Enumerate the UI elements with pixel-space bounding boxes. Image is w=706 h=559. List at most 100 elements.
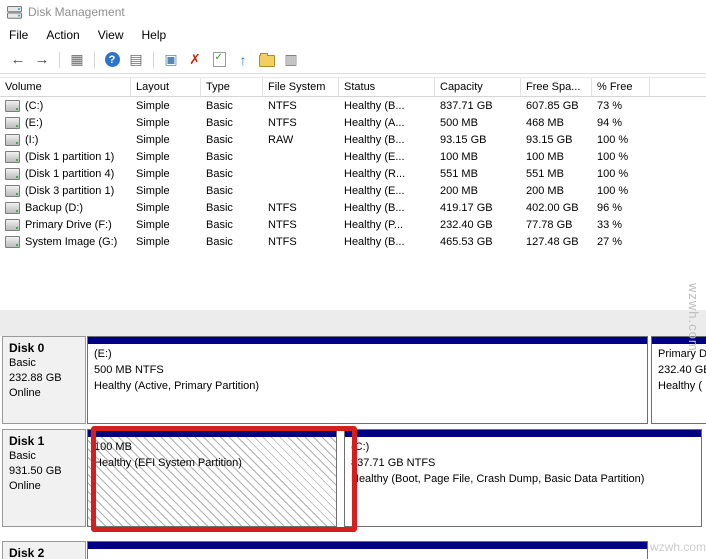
toolbar-separator: [59, 52, 60, 68]
disk-name: Disk 0: [9, 341, 85, 356]
volume-icon: [5, 134, 20, 146]
column-header-pct-free[interactable]: % Free: [592, 78, 650, 96]
titlebar: Disk Management: [0, 0, 706, 24]
volume-type: Basic: [201, 97, 263, 114]
menu-action[interactable]: Action: [37, 24, 88, 46]
volume-free-space: 402.00 GB: [521, 199, 592, 216]
disk1-header[interactable]: Disk 1 Basic 931.50 GB Online: [2, 429, 86, 527]
partition-title: Primary D...: [658, 346, 706, 362]
details-view-icon[interactable]: ▥: [281, 50, 301, 70]
volume-name: (Disk 1 partition 1): [25, 151, 114, 163]
volume-row-system-g[interactable]: System Image (G:) Simple Basic NTFS Heal…: [0, 233, 706, 250]
partition-efi-system[interactable]: 100 MB Healthy (EFI System Partition): [87, 429, 337, 527]
partition-title: (C:): [351, 439, 701, 455]
column-header-filler: [650, 78, 706, 96]
partition-title: (E:): [94, 346, 647, 362]
volume-capacity: 100 MB: [435, 148, 521, 165]
volume-row-disk3-part1[interactable]: (Disk 3 partition 1) Simple Basic Health…: [0, 182, 706, 199]
volume-row-disk1-part1[interactable]: (Disk 1 partition 1) Simple Basic Health…: [0, 148, 706, 165]
column-header-free-space[interactable]: Free Spa...: [521, 78, 592, 96]
partition-detail: 837.71 GB NTFS: [351, 455, 701, 471]
disk-row-2: Disk 2 Basic: [0, 541, 706, 559]
partition-color-strip: [345, 430, 701, 437]
volume-capacity: 200 MB: [435, 182, 521, 199]
volume-row-c[interactable]: (C:) Simple Basic NTFS Healthy (B... 837…: [0, 97, 706, 114]
help-icon[interactable]: ?: [102, 50, 122, 70]
partition-status: Healthy (Active, Primary Partition): [94, 378, 647, 394]
volume-pct-free: 96 %: [592, 199, 650, 216]
volume-type: Basic: [201, 216, 263, 233]
volume-type: Basic: [201, 182, 263, 199]
menubar: File Action View Help: [0, 24, 706, 46]
volume-type: Basic: [201, 114, 263, 131]
partition-status: Healthy (: [658, 378, 706, 394]
disk-name: Disk 2: [9, 546, 85, 559]
partition-detail: 232.40 GB: [658, 362, 706, 378]
disk2-partition[interactable]: [87, 541, 648, 559]
volume-free-space: 468 MB: [521, 114, 592, 131]
volume-status: Healthy (P...: [339, 216, 435, 233]
volume-name: (Disk 1 partition 4): [25, 168, 114, 180]
volume-capacity: 232.40 GB: [435, 216, 521, 233]
disk-row-1: Disk 1 Basic 931.50 GB Online 100 MB Hea…: [0, 429, 706, 527]
display-dialog-icon[interactable]: ▣: [161, 50, 181, 70]
open-folder-icon[interactable]: [257, 50, 277, 70]
toolbar-separator: [153, 52, 154, 68]
volume-status: Healthy (A...: [339, 114, 435, 131]
volume-name: (C:): [25, 100, 43, 112]
volume-pct-free: 73 %: [592, 97, 650, 114]
partition-status: Healthy (EFI System Partition): [94, 455, 336, 471]
disk-size: 232.88 GB: [9, 371, 85, 386]
show-console-tree-icon[interactable]: ▦: [67, 50, 87, 70]
forward-icon[interactable]: →: [32, 50, 52, 70]
volume-capacity: 551 MB: [435, 165, 521, 182]
commit-check-icon[interactable]: [209, 50, 229, 70]
volume-filesystem: [263, 182, 339, 199]
column-header-capacity[interactable]: Capacity: [435, 78, 521, 96]
partition-detail: 100 MB: [94, 439, 336, 455]
menu-help[interactable]: Help: [133, 24, 176, 46]
volume-filesystem: [263, 165, 339, 182]
disk-state: Online: [9, 386, 85, 401]
volume-layout: Simple: [131, 165, 201, 182]
partition-primary-drive[interactable]: Primary D... 232.40 GB Healthy (: [651, 336, 706, 424]
volume-status: Healthy (E...: [339, 148, 435, 165]
pane-splitter[interactable]: [0, 310, 706, 336]
volume-layout: Simple: [131, 199, 201, 216]
volume-name: (I:): [25, 134, 38, 146]
volume-free-space: 93.15 GB: [521, 131, 592, 148]
delete-icon[interactable]: ✗: [185, 50, 205, 70]
volume-pct-free: 100 %: [592, 148, 650, 165]
properties-icon[interactable]: ▤: [126, 50, 146, 70]
volume-status: Healthy (B...: [339, 131, 435, 148]
menu-file[interactable]: File: [0, 24, 37, 46]
partition-e[interactable]: (E:) 500 MB NTFS Healthy (Active, Primar…: [87, 336, 648, 424]
column-header-volume[interactable]: Volume: [0, 78, 131, 96]
volume-row-primary-f[interactable]: Primary Drive (F:) Simple Basic NTFS Hea…: [0, 216, 706, 233]
volume-icon: [5, 151, 20, 163]
volume-icon: [5, 219, 20, 231]
volume-icon: [5, 117, 20, 129]
disk2-header[interactable]: Disk 2 Basic: [2, 541, 86, 559]
disk0-header[interactable]: Disk 0 Basic 232.88 GB Online: [2, 336, 86, 424]
volume-filesystem: RAW: [263, 131, 339, 148]
column-header-layout[interactable]: Layout: [131, 78, 201, 96]
app-icon: [7, 6, 22, 19]
back-icon[interactable]: ←: [8, 50, 28, 70]
volume-row-backup-d[interactable]: Backup (D:) Simple Basic NTFS Healthy (B…: [0, 199, 706, 216]
column-header-status[interactable]: Status: [339, 78, 435, 96]
volume-row-i[interactable]: (I:) Simple Basic RAW Healthy (B... 93.1…: [0, 131, 706, 148]
column-header-type[interactable]: Type: [201, 78, 263, 96]
volume-row-disk1-part4[interactable]: (Disk 1 partition 4) Simple Basic Health…: [0, 165, 706, 182]
volume-pct-free: 100 %: [592, 165, 650, 182]
column-header-file-system[interactable]: File System: [263, 78, 339, 96]
partition-status: Healthy (Boot, Page File, Crash Dump, Ba…: [351, 471, 701, 487]
disk-row-0: Disk 0 Basic 232.88 GB Online (E:) 500 M…: [0, 336, 706, 424]
menu-view[interactable]: View: [89, 24, 133, 46]
partition-color-strip: [652, 337, 706, 344]
volume-free-space: 607.85 GB: [521, 97, 592, 114]
volume-row-e[interactable]: (E:) Simple Basic NTFS Healthy (A... 500…: [0, 114, 706, 131]
volume-name: Primary Drive (F:): [25, 219, 112, 231]
partition-c[interactable]: (C:) 837.71 GB NTFS Healthy (Boot, Page …: [344, 429, 702, 527]
up-icon[interactable]: ↑: [233, 50, 253, 70]
